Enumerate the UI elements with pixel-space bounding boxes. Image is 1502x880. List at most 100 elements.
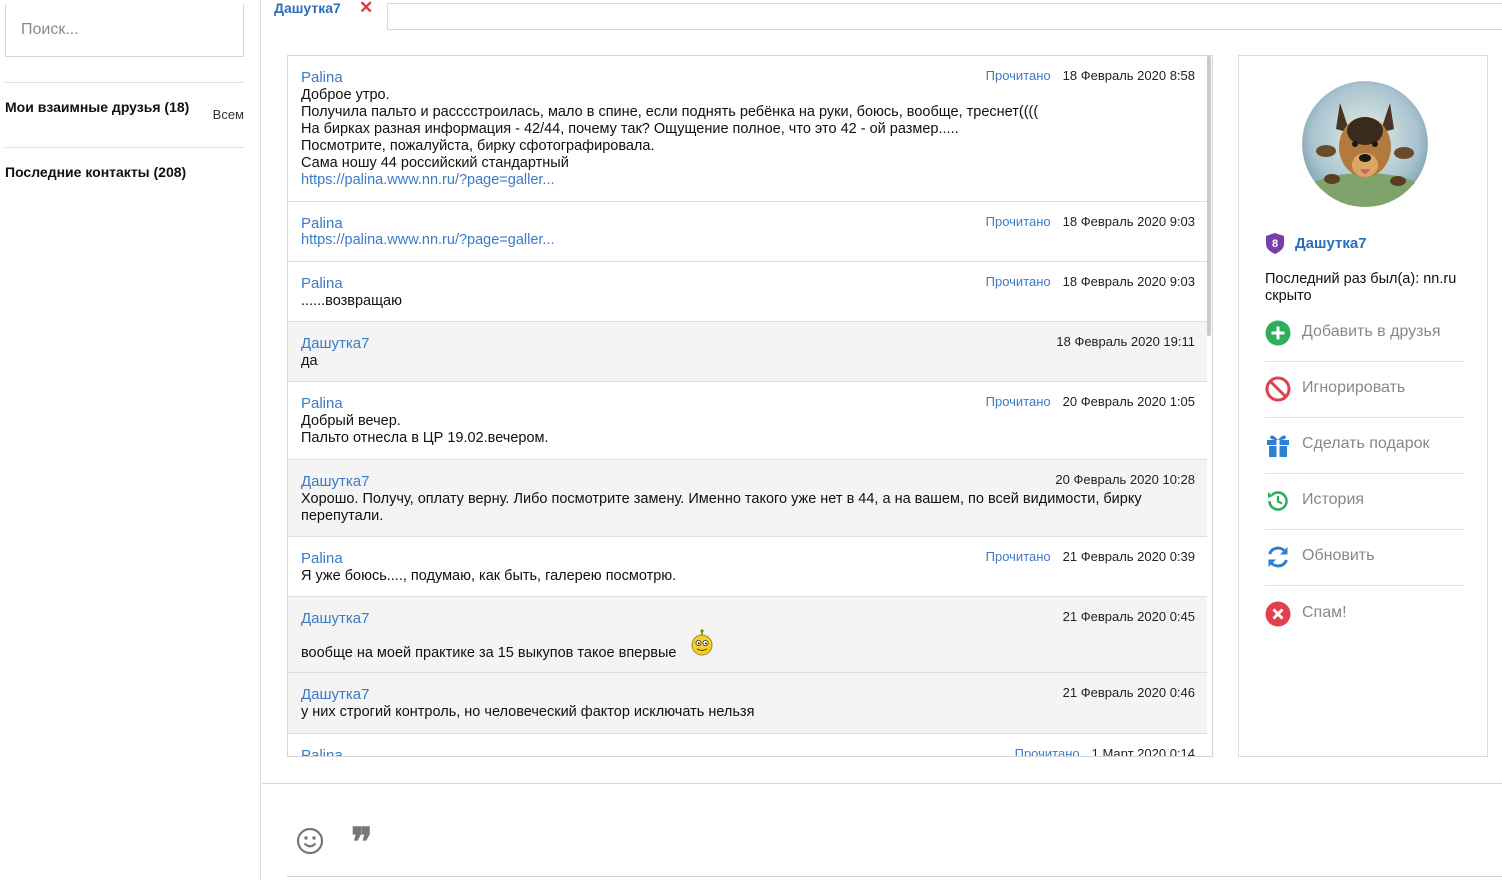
mutual-friends-label[interactable]: Мои взаимные друзья (18) <box>5 99 195 116</box>
gift-button[interactable]: Сделать подарок <box>1265 418 1464 474</box>
read-status: Прочитано <box>985 68 1051 83</box>
message-item: Palina Прочитано 1 Март 2020 0:14 <box>288 734 1207 757</box>
message-text: вообще на моей практике за 15 выкупов та… <box>301 645 677 661</box>
contacts-sidebar: Мои взаимные друзья (18) Всем Последние … <box>0 0 261 880</box>
add-friend-button[interactable]: Добавить в друзья <box>1265 306 1464 362</box>
read-status: Прочитано <box>985 274 1051 289</box>
all-link[interactable]: Всем <box>213 107 244 122</box>
message-author[interactable]: Palina <box>301 215 343 232</box>
message-item: Palina Прочитано 21 Февраль 2020 0:39 Я у… <box>288 537 1207 597</box>
scrollbar-thumb[interactable] <box>1207 56 1211 336</box>
messenger-page: Мои взаимные друзья (18) Всем Последние … <box>0 0 1502 880</box>
message-text: Доброе утро. Получила пальто и расссстро… <box>301 87 1039 171</box>
message-author[interactable]: Дашутка7 <box>301 335 369 352</box>
message-meta: 18 Февраль 2020 19:11 <box>1056 334 1195 349</box>
composer-input-border <box>287 876 1502 877</box>
message-meta: Прочитано 18 Февраль 2020 9:03 <box>986 214 1195 229</box>
message-time: 18 Февраль 2020 9:03 <box>1062 214 1195 229</box>
avatar[interactable] <box>1302 81 1428 207</box>
read-status: Прочитано <box>985 549 1051 564</box>
message-item: Palina Прочитано 18 Февраль 2020 9:03 ...… <box>288 262 1207 322</box>
message-link[interactable]: https://palina.www.nn.ru/?page=galler... <box>301 172 555 188</box>
message-item: Дашутка7 18 Февраль 2020 19:11 да <box>288 322 1207 382</box>
message-text: Хорошо. Получу, оплату верну. Либо посмо… <box>301 491 1142 524</box>
message-item: Дашутка7 20 Февраль 2020 10:28 Хорошо. П… <box>288 460 1207 537</box>
spam-icon <box>1265 601 1291 627</box>
message-meta: Прочитано 21 Февраль 2020 0:39 <box>986 549 1195 564</box>
last-seen-text: Последний раз был(а): nn.ru скрыто <box>1265 271 1457 304</box>
message-author[interactable]: Palina <box>301 550 343 567</box>
message-meta: Прочитано 18 Февраль 2020 8:58 <box>986 68 1195 83</box>
quote-icon[interactable]: ❞ <box>351 823 373 863</box>
divider <box>5 82 244 83</box>
mutual-friends-section[interactable]: Мои взаимные друзья (18) Всем <box>5 99 244 122</box>
spam-label: Спам! <box>1302 604 1347 621</box>
refresh-button[interactable]: Обновить <box>1265 530 1464 586</box>
add-friend-label: Добавить в друзья <box>1302 323 1441 340</box>
message-text: ......возвращаю <box>301 293 402 309</box>
emoji-icon[interactable] <box>296 827 324 855</box>
history-label: История <box>1302 491 1365 508</box>
message-time: 18 Февраль 2020 19:11 <box>1056 334 1195 349</box>
composer-border <box>262 783 1502 784</box>
message-item: Дашутка7 21 Февраль 2020 0:46 у них стро… <box>288 673 1207 734</box>
message-item: Palina Прочитано 20 Февраль 2020 1:05 Доб… <box>288 382 1207 460</box>
profile-name[interactable]: Дашутка7 <box>1295 235 1367 252</box>
message-meta: Прочитано 18 Февраль 2020 9:03 <box>986 274 1195 289</box>
tab-label[interactable]: Дашутка7 <box>274 0 341 16</box>
message-text: да <box>301 353 318 369</box>
top-border <box>262 3 1502 4</box>
divider <box>5 147 244 148</box>
close-icon[interactable]: ✕ <box>359 0 373 18</box>
message-time: 21 Февраль 2020 0:45 <box>1062 609 1195 624</box>
spam-button[interactable]: Спам! <box>1265 587 1464 643</box>
refresh-label: Обновить <box>1302 547 1375 564</box>
message-author[interactable]: Palina <box>301 747 343 756</box>
message-meta: 21 Февраль 2020 0:46 <box>1063 685 1195 700</box>
read-status: Прочитано <box>985 394 1051 409</box>
ignore-icon <box>1265 376 1291 402</box>
message-author[interactable]: Дашутка7 <box>301 610 369 627</box>
search-box[interactable] <box>5 4 244 57</box>
message-item: Дашутка7 21 Февраль 2020 0:45 вообще на … <box>288 597 1207 673</box>
message-meta: 21 Февраль 2020 0:45 <box>1063 609 1195 624</box>
message-text: Я уже боюсь...., подумаю, как быть, гале… <box>301 568 677 584</box>
history-button[interactable]: История <box>1265 474 1464 530</box>
message-meta: Прочитано 1 Март 2020 0:14 <box>1014 746 1195 757</box>
smiley-icon <box>691 629 713 656</box>
tab-border <box>388 29 1502 30</box>
search-input[interactable] <box>6 4 243 56</box>
message-item: Palina Прочитано 18 Февраль 2020 8:58 Доб… <box>288 56 1207 202</box>
message-meta: 20 Февраль 2020 10:28 <box>1055 472 1195 487</box>
profile-panel: 8 Дашутка7 Последний раз был(а): nn.ru с… <box>1238 55 1488 757</box>
ignore-label: Игнорировать <box>1302 379 1406 396</box>
message-time: 1 Март 2020 0:14 <box>1091 746 1195 757</box>
message-time: 20 Февраль 2020 1:05 <box>1062 394 1195 409</box>
message-item: Palina Прочитано 18 Февраль 2020 9:03 htt… <box>288 202 1207 262</box>
recent-contacts-label[interactable]: Последние контакты (208) <box>5 164 186 180</box>
message-meta: Прочитано 20 Февраль 2020 1:05 <box>986 394 1195 409</box>
message-author[interactable]: Palina <box>301 69 343 86</box>
message-time: 21 Февраль 2020 0:46 <box>1062 685 1195 700</box>
message-text: Добрый вечер. Пальто отнесла в ЦР 19.02.… <box>301 413 549 446</box>
message-link[interactable]: https://palina.www.nn.ru/?page=galler... <box>301 232 555 248</box>
message-author[interactable]: Дашутка7 <box>301 686 369 703</box>
message-author[interactable]: Дашутка7 <box>301 473 369 490</box>
message-author[interactable]: Palina <box>301 275 343 292</box>
tab-conversation[interactable]: Дашутка7 ✕ <box>262 0 388 30</box>
gift-label: Сделать подарок <box>1302 435 1430 452</box>
message-time: 21 Февраль 2020 0:39 <box>1062 549 1195 564</box>
history-icon <box>1268 491 1288 511</box>
gift-icon <box>1267 435 1289 457</box>
rank-badge-icon: 8 <box>1266 233 1284 254</box>
message-time: 20 Февраль 2020 10:28 <box>1055 472 1195 487</box>
read-status: Прочитано <box>985 214 1051 229</box>
add-friend-icon <box>1265 320 1291 346</box>
rank-badge-value: 8 <box>1272 238 1278 250</box>
message-list[interactable]: Palina Прочитано 18 Февраль 2020 8:58 Доб… <box>287 55 1213 757</box>
read-status: Прочитано <box>1014 746 1080 757</box>
message-text: у них строгий контроль, но человеческий … <box>301 704 755 720</box>
message-time: 18 Февраль 2020 9:03 <box>1062 274 1195 289</box>
message-author[interactable]: Palina <box>301 395 343 412</box>
ignore-button[interactable]: Игнорировать <box>1265 362 1464 418</box>
